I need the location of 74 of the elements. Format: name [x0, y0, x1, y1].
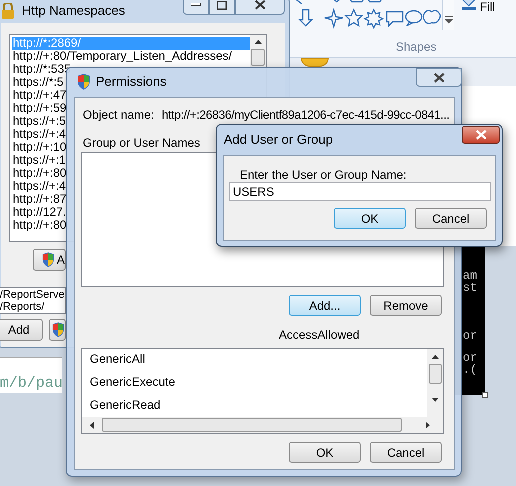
list-item[interactable]: http://+:80	[12, 167, 67, 180]
add-button[interactable]: Add	[0, 319, 43, 341]
minimize-button[interactable]	[183, 0, 209, 15]
dropdown-icon	[444, 16, 452, 24]
fill-icon	[462, 0, 476, 10]
cancel-button[interactable]: Cancel	[415, 208, 487, 229]
add-button[interactable]: Add...	[289, 295, 361, 316]
list-item[interactable]: http://+:87	[12, 193, 67, 206]
scroll-thumb[interactable]	[251, 49, 265, 66]
list-item[interactable]: GenericAll	[90, 352, 146, 366]
close-icon	[254, 0, 266, 10]
shield-button[interactable]: A	[33, 249, 66, 271]
scrollbar[interactable]	[250, 35, 266, 67]
scroll-up-icon	[432, 355, 438, 359]
list-item[interactable]: http://+:80	[12, 219, 67, 232]
list-item[interactable]: http://127.	[12, 206, 66, 219]
maximize-button[interactable]	[209, 0, 235, 15]
vertical-scrollbar[interactable]	[427, 349, 443, 417]
ok-button[interactable]: OK	[334, 208, 406, 229]
list-item[interactable]: /Reports/	[0, 301, 45, 313]
shield-icon	[52, 322, 65, 338]
close-button[interactable]	[416, 68, 462, 87]
shield-icon	[42, 252, 55, 268]
list-item[interactable]: http://+:10	[12, 141, 67, 154]
scroll-up-icon	[254, 40, 262, 44]
minimize-icon	[191, 3, 201, 7]
shield-button[interactable]	[49, 319, 66, 341]
maximize-icon	[217, 0, 227, 10]
window-title: Http Namespaces	[22, 3, 126, 19]
field-label: Group or User Names	[83, 136, 200, 150]
shape-gallery-drawing[interactable]	[294, 0, 444, 30]
close-icon	[434, 72, 444, 82]
scroll-thumb[interactable]	[102, 418, 402, 432]
list-item[interactable]: GenericRead	[90, 398, 161, 412]
console-text: or	[463, 352, 478, 364]
list-item[interactable]: http://+:47	[12, 89, 67, 102]
close-icon	[476, 130, 486, 140]
console-text: .(	[463, 364, 478, 376]
lock-icon	[1, 3, 15, 19]
dialog-title: Add User or Group	[224, 132, 334, 148]
name-field[interactable]: USERS	[229, 182, 491, 201]
scroll-left-icon	[90, 422, 94, 428]
list-item[interactable]: http://*:535	[12, 63, 72, 76]
console-text: am	[463, 270, 478, 282]
field-label: Enter the User or Group Name:	[240, 168, 407, 182]
horizontal-scrollbar[interactable]	[82, 417, 443, 433]
list-item[interactable]: http://+:59	[12, 102, 67, 115]
object-name: http://+:26836/myClientf89a1206-c7ec-415d-99cc-0841...	[162, 108, 450, 122]
list-item[interactable]: /ReportServe	[0, 289, 65, 301]
console-text: st	[463, 282, 478, 294]
resize-handle[interactable]	[482, 392, 488, 398]
list-item[interactable]: http://+:80/Temporary_Listen_Addresses/	[12, 50, 232, 63]
ok-button[interactable]: OK	[289, 442, 361, 463]
scroll-right-icon	[426, 422, 430, 428]
shield-icon	[77, 74, 91, 90]
list-item[interactable]: https://*:5	[12, 76, 64, 89]
scroll-down-icon	[432, 398, 438, 402]
section-label: AccessAllowed	[279, 328, 360, 342]
gallery-scroll[interactable]	[442, 0, 454, 30]
list-item[interactable]: GenericExecute	[90, 375, 176, 389]
close-button[interactable]	[462, 126, 500, 144]
scroll-thumb[interactable]	[428, 364, 442, 384]
list-item[interactable]: https://+:4	[12, 128, 66, 141]
console-text: or	[463, 330, 478, 342]
group-label: Shapes	[396, 40, 437, 54]
window-title: Permissions	[96, 74, 167, 90]
cancel-button[interactable]: Cancel	[370, 442, 442, 463]
close-button[interactable]	[235, 0, 285, 15]
fill-label[interactable]: Fill	[480, 0, 496, 14]
list-item[interactable]: https://+:1	[12, 154, 66, 167]
list-item[interactable]: https://+:4	[12, 180, 66, 193]
field-label: Object name:	[83, 108, 154, 122]
remove-button[interactable]: Remove	[370, 295, 442, 316]
list-item[interactable]: https://+:5	[12, 115, 66, 128]
